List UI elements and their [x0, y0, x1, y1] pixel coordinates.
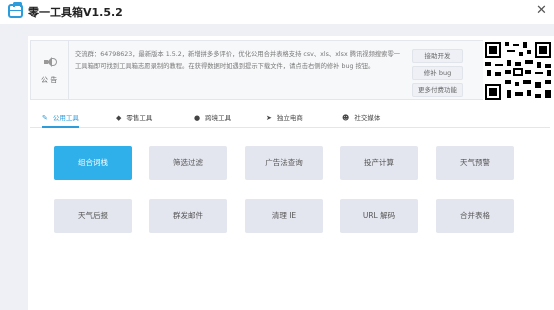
- qr-code-icon: [483, 40, 553, 102]
- fix-bug-button[interactable]: 修补 bug: [412, 66, 463, 80]
- tab-independent-ecommerce[interactable]: ➤ 独立电商: [266, 111, 303, 128]
- support-dev-button[interactable]: 接助开发: [412, 49, 463, 63]
- category-tabs: ✎ 公用工具 ◆ 零售工具 ● 跨境工具 ➤ 独立电商 ☻ 社交媒体: [30, 108, 550, 128]
- close-button[interactable]: ✕: [536, 3, 547, 18]
- tool-ad-law-button[interactable]: 广告法查询: [245, 146, 323, 180]
- notice-text: 交流群：64798623，最新版本 1.5.2，新增拼多多评价，优化公用合并表格…: [75, 51, 401, 70]
- tag-icon: ◆: [116, 114, 122, 122]
- tab-label: 公用工具: [52, 114, 79, 122]
- tab-retail-tools[interactable]: ◆ 零售工具: [116, 111, 152, 128]
- tool-word-combo-button[interactable]: 组合词栈: [54, 146, 132, 180]
- tool-mass-email-button[interactable]: 群发邮件: [149, 199, 227, 233]
- tool-roi-calc-button[interactable]: 投产计算: [340, 146, 418, 180]
- main-panel: 公 告 交流群：64798623，最新版本 1.5.2，新增拼多多评价，优化公用…: [28, 36, 554, 310]
- tab-label: 跨境工具: [205, 114, 232, 122]
- toolbox-icon: [8, 2, 23, 18]
- tool-weather-warning-button[interactable]: 天气预警: [436, 146, 514, 180]
- paid-features-button[interactable]: 更多付费功能: [412, 83, 463, 97]
- tab-social-media[interactable]: ☻ 社交媒体: [342, 111, 380, 128]
- tool-weather-history-button[interactable]: 天气后报: [54, 199, 132, 233]
- wrench-icon: ✎: [42, 114, 48, 122]
- app-title: 零一工具箱V1.5.2: [28, 6, 123, 19]
- tab-label: 零售工具: [126, 114, 153, 122]
- tab-crossborder-tools[interactable]: ● 跨境工具: [194, 111, 231, 128]
- tab-public-tools[interactable]: ✎ 公用工具: [42, 111, 79, 128]
- tab-label: 独立电商: [276, 114, 303, 122]
- chat-icon: ☻: [342, 114, 350, 122]
- tool-filter-button[interactable]: 筛选过滤: [149, 146, 227, 180]
- notice-label: 公 告: [41, 76, 58, 84]
- speaker-icon: [44, 57, 57, 67]
- tab-label: 社交媒体: [354, 114, 381, 122]
- title-bar: 零一工具箱V1.5.2 ✕: [0, 0, 554, 24]
- tool-url-decode-button[interactable]: URL 解码: [340, 199, 418, 233]
- send-icon: ➤: [266, 114, 272, 122]
- tool-merge-tables-button[interactable]: 合并表格: [436, 199, 514, 233]
- notice-side: 公 告: [31, 41, 69, 99]
- pin-icon: ●: [194, 114, 201, 122]
- tool-clear-ie-button[interactable]: 清理 IE: [245, 199, 323, 233]
- notice-box: 公 告 交流群：64798623，最新版本 1.5.2，新增拼多多评价，优化公用…: [30, 40, 492, 100]
